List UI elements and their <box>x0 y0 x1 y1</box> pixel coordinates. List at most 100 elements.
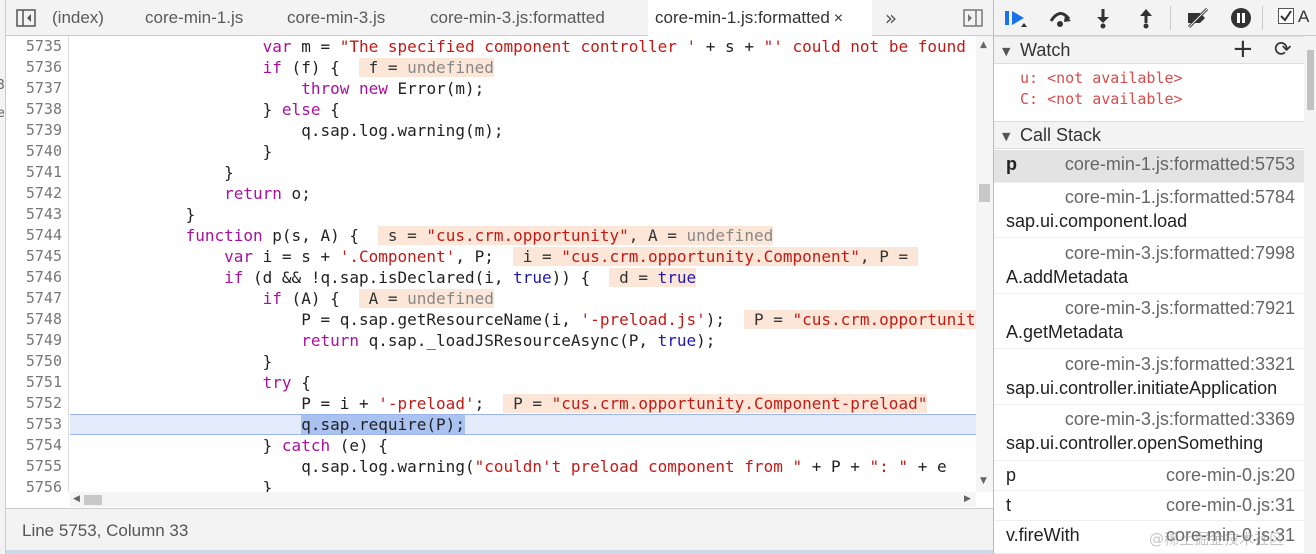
inline-value-annotation: A = undefined <box>358 289 494 308</box>
step-over-icon[interactable] <box>1046 4 1074 32</box>
code-line[interactable]: q.sap.log.warning("couldn't preload comp… <box>70 456 976 477</box>
line-number[interactable]: 5748 <box>26 309 62 330</box>
line-number[interactable]: 5752 <box>26 393 62 414</box>
scroll-down-arrow-icon[interactable]: ▼ <box>980 476 987 486</box>
line-number[interactable]: 5743 <box>26 204 62 225</box>
line-number[interactable]: 5747 <box>26 288 62 309</box>
line-number[interactable]: 5742 <box>26 183 62 204</box>
code-line[interactable]: function p(s, A) { s = "cus.crm.opportun… <box>70 225 976 246</box>
line-number[interactable]: 5736 <box>26 57 62 78</box>
code-lines[interactable]: var m = "The specified component control… <box>70 36 976 492</box>
call-frame[interactable]: p core-min-1.js:formatted:5753 <box>994 150 1316 183</box>
tab-overflow-icon[interactable]: » <box>878 0 904 36</box>
step-out-icon[interactable] <box>1132 4 1160 32</box>
line-number[interactable]: 5739 <box>26 120 62 141</box>
sidebar-scrollbar[interactable] <box>1304 36 1316 554</box>
expanded-triangle-icon[interactable]: ▼ <box>1002 130 1010 143</box>
current-execution-line[interactable]: q.sap.require(P); <box>70 414 976 435</box>
watch-pane-header[interactable]: ▼ Watch + ⟳ <box>994 34 1316 64</box>
code-line[interactable]: if (d && !q.sap.isDeclared(i, true)) { d… <box>70 267 976 288</box>
code-line[interactable]: if (f) { f = undefined <box>70 57 976 78</box>
scroll-right-arrow-icon[interactable]: ▶ <box>964 492 971 507</box>
code-line[interactable]: q.sap.log.warning(m); <box>70 120 976 141</box>
line-number[interactable]: 5738 <box>26 99 62 120</box>
toggle-debugger-icon[interactable] <box>960 0 986 36</box>
current-line-number[interactable]: 5753 <box>26 414 62 435</box>
pause-on-exceptions-icon[interactable] <box>1227 4 1255 32</box>
async-checkbox[interactable] <box>1278 8 1294 24</box>
call-frame[interactable]: core-min-1.js:formatted:5784 sap.ui.comp… <box>994 183 1316 238</box>
code-line[interactable]: } <box>70 477 976 492</box>
code-line[interactable]: P = q.sap.getResourceName(i, '-preload.j… <box>70 309 976 330</box>
deactivate-breakpoints-icon[interactable] <box>1184 4 1212 32</box>
editor-vertical-scrollbar[interactable]: ▲ ▼ <box>976 36 993 492</box>
call-frame[interactable]: core-min-3.js:formatted:3321 sap.ui.cont… <box>994 350 1316 405</box>
frame-location[interactable]: core-min-3.js:formatted:3369 <box>1065 409 1295 430</box>
refresh-icon[interactable]: ⟳ <box>1274 37 1292 61</box>
frame-location[interactable]: core-min-0.js:20 <box>1166 465 1295 486</box>
frame-location[interactable]: core-min-3.js:formatted:7921 <box>1065 298 1295 319</box>
frame-location[interactable]: core-min-3.js:formatted:3321 <box>1065 354 1295 375</box>
frame-location[interactable]: core-min-1.js:formatted:5784 <box>1065 187 1295 208</box>
code-line[interactable]: } else { <box>70 99 976 120</box>
line-number[interactable]: 5751 <box>26 372 62 393</box>
tab-core-min-3[interactable]: core-min-3.js <box>287 0 385 36</box>
code-line[interactable]: } <box>70 162 976 183</box>
tab-index[interactable]: (index) <box>52 0 104 36</box>
code-viewport[interactable]: 5735 5736 5737 5738 5739 5740 5741 5742 … <box>6 36 993 492</box>
tab-core-min-1[interactable]: core-min-1.js <box>145 0 243 36</box>
call-frame[interactable]: core-min-3.js:formatted:7998 A.addMetada… <box>994 239 1316 294</box>
inline-value-annotation: d = true <box>609 268 697 287</box>
step-into-icon[interactable] <box>1089 4 1117 32</box>
code-line[interactable]: return o; <box>70 183 976 204</box>
scroll-up-arrow-icon[interactable]: ▲ <box>980 40 987 50</box>
frame-location[interactable]: core-min-1.js:formatted:5753 <box>1065 154 1295 175</box>
code-line[interactable]: P = i + '-preload'; P = "cus.crm.opportu… <box>70 393 976 414</box>
line-number[interactable]: 5740 <box>26 141 62 162</box>
code-line[interactable]: } catch (e) { <box>70 435 976 456</box>
scrollbar-thumb[interactable] <box>1307 50 1314 110</box>
line-number[interactable]: 5750 <box>26 351 62 372</box>
tab-core-min-1-formatted[interactable]: core-min-1.js:formatted × <box>648 0 872 37</box>
line-number[interactable]: 5746 <box>26 267 62 288</box>
resume-icon[interactable] <box>1002 4 1030 32</box>
scrollbar-thumb[interactable] <box>84 495 102 505</box>
call-frame[interactable]: core-min-3.js:formatted:3369 sap.ui.cont… <box>994 405 1316 461</box>
watch-expression[interactable]: C: <not available> <box>1020 90 1183 108</box>
toggle-navigator-icon[interactable] <box>12 0 40 36</box>
call-stack-pane-header[interactable]: ▼ Call Stack <box>994 121 1316 149</box>
code-line[interactable]: throw new Error(m); <box>70 78 976 99</box>
close-icon[interactable]: × <box>834 10 843 27</box>
code-line[interactable]: } <box>70 204 976 225</box>
line-number[interactable]: 5756 <box>26 477 62 492</box>
call-frame[interactable]: core-min-3.js:formatted:7921 A.getMetada… <box>994 294 1316 349</box>
scroll-left-arrow-icon[interactable]: ◀ <box>73 492 80 507</box>
frame-location[interactable]: core-min-0.js:31 <box>1166 495 1295 516</box>
editor-horizontal-scrollbar[interactable]: ◀ ▶ <box>70 492 976 507</box>
line-number[interactable]: 5744 <box>26 225 62 246</box>
code-line[interactable]: if (A) { A = undefined <box>70 288 976 309</box>
code-line[interactable]: try { <box>70 372 976 393</box>
line-number-gutter[interactable]: 5735 5736 5737 5738 5739 5740 5741 5742 … <box>6 36 69 492</box>
add-watch-icon[interactable]: + <box>1232 34 1254 64</box>
line-number[interactable]: 5745 <box>26 246 62 267</box>
call-frame[interactable]: t core-min-0.js:31 <box>994 491 1316 521</box>
line-number[interactable]: 5735 <box>26 36 62 57</box>
watch-expression[interactable]: u: <not available> <box>1020 69 1183 87</box>
code-line[interactable]: var i = s + '.Component', P; i = "cus.cr… <box>70 246 976 267</box>
scrollbar-thumb[interactable] <box>979 184 990 202</box>
frame-location[interactable]: core-min-3.js:formatted:7998 <box>1065 243 1295 264</box>
line-number[interactable]: 5754 <box>26 435 62 456</box>
code-line[interactable]: } <box>70 141 976 162</box>
tab-core-min-3-formatted[interactable]: core-min-3.js:formatted <box>430 0 605 36</box>
line-number[interactable]: 5741 <box>26 162 62 183</box>
code-line[interactable]: return q.sap._loadJSResourceAsync(P, tru… <box>70 330 976 351</box>
line-number[interactable]: 5755 <box>26 456 62 477</box>
code-line[interactable]: var m = "The specified component control… <box>70 36 976 57</box>
call-frame[interactable]: p core-min-0.js:20 <box>994 461 1316 491</box>
frame-function: A.addMetadata <box>1006 267 1129 287</box>
expanded-triangle-icon[interactable]: ▼ <box>1002 45 1010 58</box>
code-line[interactable]: } <box>70 351 976 372</box>
line-number[interactable]: 5749 <box>26 330 62 351</box>
line-number[interactable]: 5737 <box>26 78 62 99</box>
